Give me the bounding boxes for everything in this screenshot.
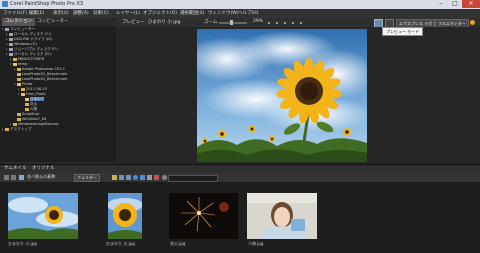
- tab-thumbnails[interactable]: サムネイル: [4, 165, 26, 171]
- preview-label: プレビュー: [122, 20, 145, 25]
- menu-objects[interactable]: オブジェクト(O): [143, 10, 177, 16]
- thumbnail-hanabi[interactable]: [169, 193, 238, 239]
- thumbnail-himawari-large[interactable]: [108, 193, 142, 239]
- menu-window[interactable]: ウィンドウ(W): [208, 10, 238, 16]
- menu-edit[interactable]: 編集(E): [29, 10, 44, 16]
- tab-original[interactable]: オリジナル: [32, 165, 55, 171]
- folder-icon: [17, 112, 21, 116]
- organizer-tabs: [0, 164, 480, 173]
- list-view-icon[interactable]: [11, 175, 16, 180]
- folder-open-icon: [13, 62, 17, 66]
- preview-mode-tooltip: プレビュー モード: [382, 27, 424, 36]
- thumbnail-caption: ひまわり 小.jpg: [8, 241, 37, 246]
- drive-icon: [9, 42, 13, 46]
- minimize-button[interactable]: –: [434, 0, 448, 8]
- drive-icon: [9, 32, 13, 36]
- toolbar-dot-icon[interactable]: [268, 22, 270, 24]
- computer-icon: [5, 27, 9, 31]
- globe-icon[interactable]: [133, 175, 138, 180]
- folder-open-icon: [21, 92, 25, 96]
- tab-collection[interactable]: コレクション: [2, 18, 35, 26]
- menu-file[interactable]: ファイル(F): [3, 10, 27, 16]
- app-icon: [2, 1, 8, 7]
- sort-dropdown[interactable]: フォルダー: [74, 174, 100, 182]
- folder-tree: ▾ コンピューター ▸ ローカル ディスク (C:) ▸ DVD-RW ドライブ (D…: [0, 26, 117, 162]
- maximize-button[interactable]: □: [448, 0, 462, 8]
- rotate-right-icon[interactable]: [126, 175, 131, 180]
- folder-icon: [17, 72, 21, 76]
- drive-icon: [9, 52, 13, 56]
- organizer-toolbar: [0, 173, 480, 183]
- rotate-left-icon[interactable]: [119, 175, 124, 180]
- folder-icon: [25, 102, 29, 106]
- sort-icon[interactable]: [19, 175, 24, 180]
- folder-open-icon: [17, 82, 21, 86]
- zoom-slider-handle[interactable]: [230, 20, 233, 25]
- menu-layers[interactable]: レイヤー(L): [116, 10, 140, 16]
- folder-icon: [21, 87, 25, 91]
- toolbar-dot-icon[interactable]: [284, 22, 286, 24]
- toolbar-dot-icon[interactable]: [292, 22, 294, 24]
- zoom-label: ズーム: [204, 20, 218, 25]
- drive-icon: [9, 37, 13, 41]
- menu-help[interactable]: ヘルプ(H): [238, 10, 258, 16]
- folder-open-icon: [25, 97, 29, 101]
- search-input[interactable]: [168, 175, 218, 182]
- window-title: Corel PaintShop Photo Pro X3: [10, 1, 84, 7]
- grid-view-icon[interactable]: [4, 175, 9, 180]
- folder-icon[interactable]: [112, 175, 117, 180]
- tree-item-desktop[interactable]: ▸ デスクトップ: [2, 127, 32, 132]
- zoom-value: 29%: [253, 19, 264, 24]
- toolbar-dot-icon[interactable]: [300, 22, 302, 24]
- menu-effects[interactable]: 効果(C): [93, 10, 109, 16]
- zoom-slider[interactable]: [219, 22, 247, 24]
- menu-selection[interactable]: 選択範囲(S): [180, 10, 204, 16]
- print-icon[interactable]: [147, 175, 152, 180]
- thumbnail-caption: ひまわり 大.jpg: [106, 241, 135, 246]
- folder-icon: [13, 57, 17, 61]
- delete-icon[interactable]: [154, 175, 159, 180]
- sort-label: 並べ替えの基準:: [27, 174, 57, 179]
- thumbnail-caption: 人物.jpg: [248, 241, 264, 246]
- search-icon: [162, 175, 167, 180]
- filename-label: ひまわり 小.jpg: [148, 20, 181, 25]
- help-icon[interactable]: [470, 20, 475, 25]
- close-button[interactable]: ✕: [462, 0, 480, 8]
- navigation-tabs: コレクション コンピューター: [0, 18, 112, 26]
- folder-icon: [17, 77, 21, 81]
- thumbnail-caption: 花火.jpg: [170, 241, 186, 246]
- folder-icon: [17, 67, 21, 71]
- menu-view[interactable]: 表示(V): [53, 10, 69, 16]
- drive-icon: [9, 47, 13, 51]
- thumbnail-himawari-small[interactable]: [8, 193, 78, 239]
- share-icon[interactable]: [140, 175, 145, 180]
- menu-adjust[interactable]: 調整(A): [73, 10, 89, 16]
- folder-icon: [17, 117, 21, 121]
- preview-image-sunflower: [197, 29, 367, 162]
- tab-computer[interactable]: コンピューター: [34, 18, 72, 26]
- thumbnail-jinbutsu[interactable]: [247, 193, 317, 239]
- toolbar-dot-icon[interactable]: [276, 22, 278, 24]
- folder-icon: [13, 122, 17, 126]
- folder-icon: [25, 107, 29, 111]
- folder-icon: [5, 127, 9, 131]
